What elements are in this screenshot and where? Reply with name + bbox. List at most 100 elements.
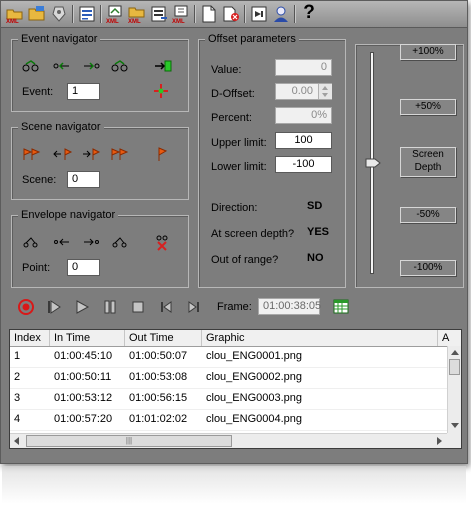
table-row[interactable]: 1 01:00:45:10 01:00:50:07 clou_ENG0001.p…	[10, 346, 447, 368]
paste-icon[interactable]	[221, 4, 241, 24]
previous-point-icon[interactable]	[51, 235, 73, 249]
screen-depth-button-line1: Screen	[412, 149, 444, 160]
screen-depth-button-line2: Depth	[414, 162, 442, 173]
svg-text:XML: XML	[128, 19, 141, 24]
svg-text:XML: XML	[6, 19, 19, 24]
delete-point-icon[interactable]	[153, 233, 171, 251]
lower-limit-field[interactable]: -100	[275, 156, 332, 173]
plus-50-button[interactable]: +50%	[400, 99, 456, 115]
plus-100-button[interactable]: +100%	[400, 44, 456, 60]
record-icon[interactable]	[17, 298, 35, 316]
spin-up-icon	[322, 86, 328, 90]
direction-label: Direction:	[211, 202, 258, 214]
minus-50-button[interactable]: -50%	[400, 207, 456, 223]
out-of-range-value: NO	[307, 252, 324, 264]
percent-field: 0%	[275, 107, 332, 124]
skip-forward-icon[interactable]	[185, 298, 203, 316]
d-offset-spinner	[318, 84, 332, 99]
scroll-down-icon[interactable]	[451, 423, 459, 428]
scroll-right-icon[interactable]	[437, 437, 442, 445]
percent-label: Percent:	[211, 112, 252, 124]
cell-graphic: clou_ENG0003.png	[206, 392, 303, 404]
screen-depth-button[interactable]: Screen Depth	[400, 147, 456, 177]
open-xml-icon[interactable]: XML	[5, 4, 25, 24]
lower-limit-label: Lower limit:	[211, 161, 267, 173]
first-point-icon[interactable]	[21, 235, 43, 249]
last-point-icon[interactable]	[109, 235, 131, 249]
scroll-up-icon[interactable]	[451, 350, 459, 355]
column-header-in-time[interactable]: In Time	[50, 330, 125, 346]
scene-field[interactable]: 0	[67, 171, 100, 188]
column-header-out-time[interactable]: Out Time	[125, 330, 202, 346]
new-document-icon[interactable]	[199, 4, 219, 24]
cell-in-time: 01:00:57:20	[54, 413, 113, 425]
previous-event-icon[interactable]	[51, 59, 73, 73]
events-table: Index In Time Out Time Graphic A 1 01:00…	[9, 329, 462, 449]
cell-index: 1	[14, 350, 21, 362]
stop-icon[interactable]	[129, 298, 147, 316]
previous-scene-icon[interactable]	[51, 147, 73, 161]
horizontal-scrollbar[interactable]: |||	[10, 433, 447, 448]
first-scene-icon[interactable]	[21, 147, 43, 161]
cell-graphic: clou_ENG0002.png	[206, 371, 303, 383]
scene-marker-icon[interactable]	[153, 147, 175, 161]
screen-depth-value: YES	[307, 226, 330, 238]
add-event-icon[interactable]	[153, 83, 169, 99]
first-event-icon[interactable]	[21, 59, 43, 73]
upper-limit-field[interactable]: 100	[275, 132, 332, 149]
cell-in-time: 01:00:50:11	[54, 371, 112, 383]
save-xml-icon[interactable]: XML	[171, 4, 191, 24]
play-icon[interactable]	[73, 298, 91, 316]
column-header-index[interactable]: Index	[10, 330, 50, 346]
next-event-icon[interactable]	[81, 59, 103, 73]
scrollbar-corner	[447, 433, 461, 448]
cell-out-time: 01:00:56:15	[129, 392, 188, 404]
calendar-icon[interactable]	[332, 297, 350, 315]
table-row[interactable]: 3 01:00:53:12 01:00:56:15 clou_ENG0003.p…	[10, 388, 447, 410]
depth-slider-thumb[interactable]	[365, 158, 381, 168]
scene-navigator-group: Scene navigator	[11, 121, 189, 200]
cell-graphic: clou_ENG0001.png	[206, 350, 303, 362]
scene-navigator-title: Scene navigator	[18, 121, 104, 133]
spin-down-icon	[322, 93, 328, 97]
next-point-icon[interactable]	[81, 235, 103, 249]
vertical-scroll-thumb[interactable]	[449, 359, 460, 375]
event-navigator-title: Event navigator	[18, 33, 101, 45]
table-row[interactable]: 4 01:00:57:20 01:01:02:02 clou_ENG0004.p…	[10, 409, 447, 431]
import-xml-icon[interactable]: XML	[127, 4, 147, 24]
last-scene-icon[interactable]	[109, 147, 131, 161]
play-from-start-icon[interactable]	[45, 298, 63, 316]
table-row[interactable]: 2 01:00:50:11 01:00:53:08 clou_ENG0002.p…	[10, 367, 447, 389]
point-field[interactable]: 0	[67, 259, 100, 276]
frame-field: 01:00:38:05	[258, 298, 321, 315]
point-label: Point:	[22, 262, 51, 274]
event-field[interactable]: 1	[67, 83, 100, 100]
vertical-scrollbar[interactable]	[447, 346, 461, 433]
last-event-icon[interactable]	[109, 59, 131, 73]
horizontal-scroll-thumb[interactable]: |||	[26, 435, 232, 447]
out-of-range-label: Out of range?	[211, 254, 279, 266]
help-icon[interactable]: ?	[299, 2, 319, 23]
application-window: XML XML XML XML ? Event navigator Event:…	[0, 0, 468, 464]
user-icon[interactable]	[271, 4, 291, 24]
cut-icon[interactable]	[149, 4, 169, 24]
event-label: Event:	[22, 86, 54, 98]
toolbar: XML XML XML XML ?	[1, 1, 467, 28]
window-reflection	[2, 466, 466, 504]
cell-in-time: 01:00:53:12	[54, 392, 113, 404]
open-folder-icon[interactable]	[27, 4, 47, 24]
skip-back-icon[interactable]	[157, 298, 175, 316]
go-icon[interactable]	[249, 4, 269, 24]
direction-value: SD	[307, 200, 323, 212]
list-icon[interactable]	[77, 4, 97, 24]
column-header-graphic[interactable]: Graphic	[202, 330, 438, 346]
goto-event-icon[interactable]	[153, 59, 175, 73]
offset-parameters-title: Offset parameters	[205, 33, 299, 45]
scroll-left-icon[interactable]	[14, 437, 19, 445]
tag-icon[interactable]	[49, 4, 69, 24]
pause-icon[interactable]	[101, 298, 119, 316]
minus-100-button[interactable]: -100%	[400, 260, 456, 276]
export-xml-icon[interactable]: XML	[105, 4, 125, 24]
next-scene-icon[interactable]	[81, 147, 103, 161]
column-header-a[interactable]: A	[438, 330, 461, 346]
